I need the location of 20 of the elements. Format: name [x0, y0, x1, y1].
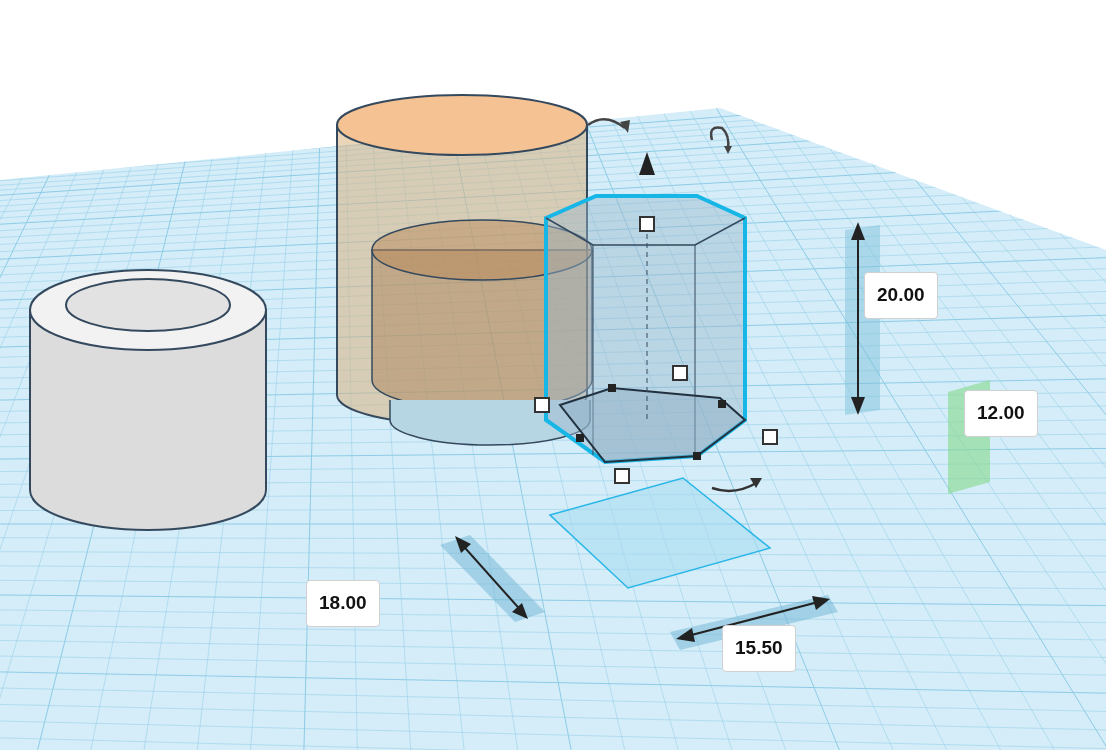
- rotate-arrow-icon[interactable]: [587, 117, 630, 133]
- resize-handle[interactable]: [534, 397, 550, 413]
- dimension-value[interactable]: 18.00: [306, 580, 380, 627]
- resize-handle[interactable]: [762, 429, 778, 445]
- width-arrow-icon: [676, 596, 830, 642]
- dimension-value[interactable]: 12.00: [964, 390, 1038, 437]
- dimension-value[interactable]: 20.00: [864, 272, 938, 319]
- resize-handle[interactable]: [693, 452, 701, 460]
- resize-handle[interactable]: [576, 434, 584, 442]
- dimension-value[interactable]: 15.50: [722, 625, 796, 672]
- resize-handle[interactable]: [639, 216, 655, 232]
- resize-handle[interactable]: [718, 400, 726, 408]
- rotate-arrow-icon[interactable]: [709, 126, 732, 154]
- length-arrow-icon: [455, 536, 528, 619]
- height-arrow-icon: [851, 222, 865, 415]
- resize-handle[interactable]: [614, 468, 630, 484]
- resize-handle[interactable]: [608, 384, 616, 392]
- lift-arrow-icon[interactable]: [639, 152, 655, 175]
- resize-handle[interactable]: [672, 365, 688, 381]
- rotate-arrow-icon[interactable]: [711, 478, 762, 493]
